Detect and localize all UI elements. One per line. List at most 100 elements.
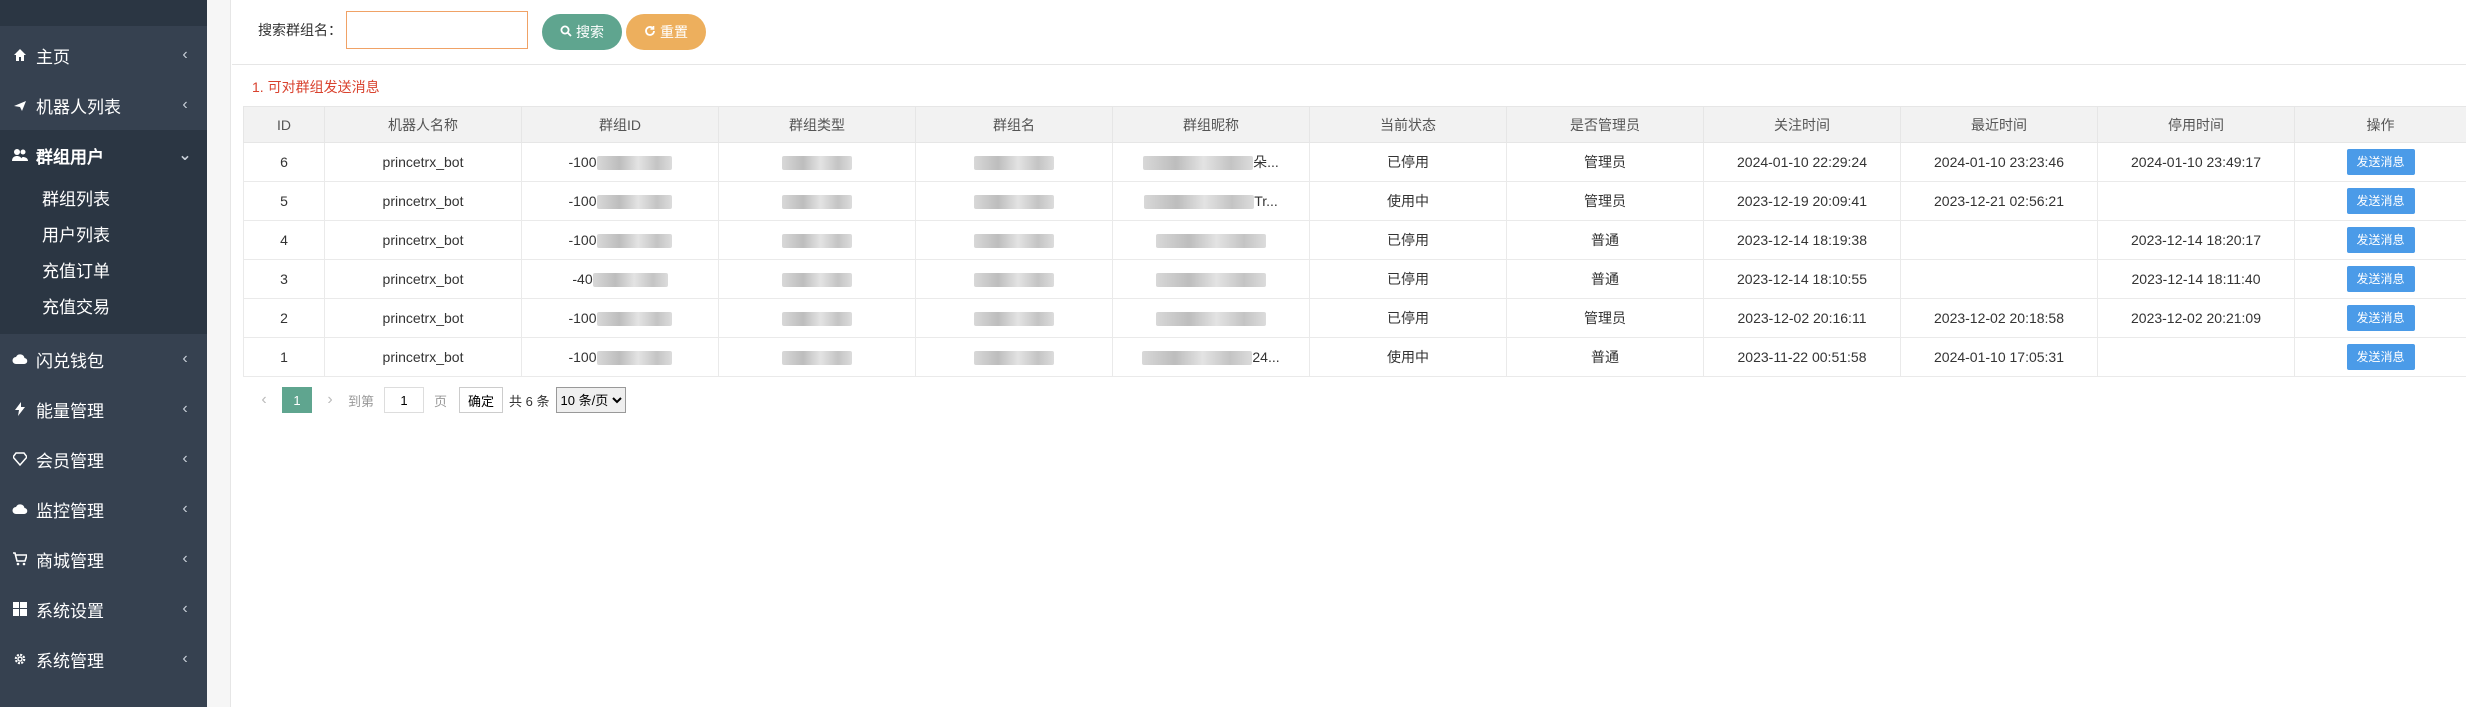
- goto-confirm-button[interactable]: 确定: [459, 387, 504, 413]
- sidebar-item-4[interactable]: 闪兑钱包 ‹: [0, 334, 207, 384]
- send-message-button[interactable]: 发送消息: [2346, 305, 2415, 331]
- cell-group-type: [718, 259, 916, 299]
- sidebar-item-3[interactable]: 群组用户 ⌄: [0, 130, 207, 180]
- sidebar-item-8[interactable]: 商城管理 ‹: [0, 534, 207, 584]
- redacted-blur: [1143, 156, 1254, 171]
- cell-stopped: [2097, 181, 2295, 221]
- table-header-row: ID 机器人名称 群组ID 群组类型 群组名 群组昵称 当前状态 是否管理员 关注时间 最近时间停…: [243, 106, 2466, 143]
- cell-text: -100: [568, 153, 597, 170]
- table-row: 3 princetrx_bot -40 已停用 普通 2023-12-14 18:10:5…: [243, 259, 2466, 299]
- sidebar-item-label: 能量管理: [36, 401, 104, 421]
- next-page-icon[interactable]: ›: [318, 391, 342, 409]
- send-message-button[interactable]: 发送消息: [2346, 266, 2415, 292]
- cell-recent: [1900, 259, 2098, 299]
- table-row: 1 princetrx_bot -100 24... 使用中 普通 2023-11-22 0…: [243, 337, 2466, 377]
- cell-nick: [1112, 259, 1310, 299]
- redacted-blur: [974, 195, 1054, 210]
- cell-stopped: 2023-12-14 18:11:40: [2097, 259, 2295, 299]
- cell-group-id: -100: [521, 181, 719, 221]
- submenu-item-3[interactable]: 充值订单: [42, 258, 110, 286]
- submenu-item-1[interactable]: 群组列表: [42, 186, 110, 214]
- chevron-left-icon: ‹: [182, 650, 188, 667]
- users-icon: [12, 147, 28, 163]
- chevron-left-icon: ‹: [182, 46, 188, 63]
- search-label: 搜索群组名：: [258, 22, 342, 38]
- cell-stopped: [2097, 337, 2295, 377]
- redacted-blur: [974, 234, 1054, 249]
- redacted-blur: [1156, 273, 1266, 288]
- redacted-blur: [596, 312, 672, 327]
- main-content: 搜索群组名： 搜索 重置 1. 可对群组发送消息 ID 机器人名称 群组ID 群组类型…: [232, 0, 2466, 707]
- sidebar-item-6[interactable]: 会员管理 ‹: [0, 434, 207, 484]
- sidebar-item-label: 系统设置: [36, 601, 104, 621]
- cell-text: Tr...: [1254, 192, 1278, 209]
- sidebar-header: [0, 0, 207, 26]
- page-unit-label: 页: [434, 393, 448, 409]
- current-page[interactable]: 1: [282, 387, 312, 413]
- send-message-button[interactable]: 发送消息: [2346, 188, 2415, 214]
- cell-recent: 2023-12-02 20:18:58: [1900, 298, 2098, 338]
- cell-status: 已停用: [1309, 220, 1507, 260]
- sidebar-item-2[interactable]: 机器人列表 ‹: [0, 80, 207, 130]
- cell-recent: 2023-12-21 02:56:21: [1900, 181, 2098, 221]
- redacted-blur: [1144, 195, 1255, 210]
- table-row: 6 princetrx_bot -100 朵... 已停用 管理员 2024-01-10 2…: [243, 142, 2466, 182]
- submenu-item-4[interactable]: 充值交易: [42, 294, 110, 322]
- column-header: 群组类型: [718, 106, 916, 143]
- cell-id: 6: [243, 142, 325, 182]
- sidebar-item-label: 系统管理: [36, 651, 104, 671]
- cell-stopped: 2024-01-10 23:49:17: [2097, 142, 2295, 182]
- cell-group-type: [718, 220, 916, 260]
- cell-id: 2: [243, 298, 325, 338]
- cell-bot: princetrx_bot: [324, 142, 522, 182]
- chevron-down-icon: ⌄: [178, 147, 192, 164]
- total-count: 共 6 条: [509, 393, 550, 409]
- group-name-search-input[interactable]: [346, 11, 528, 49]
- gear-icon: [12, 651, 28, 667]
- cell-group-type: [718, 181, 916, 221]
- reset-button[interactable]: 重置: [626, 14, 706, 50]
- cell-action: 发送消息: [2294, 220, 2466, 260]
- sidebar-item-label: 闪兑钱包: [36, 351, 104, 371]
- sidebar-item-7[interactable]: 监控管理 ‹: [0, 484, 207, 534]
- page-size-select[interactable]: 10 条/页: [555, 387, 626, 413]
- sidebar-item-5[interactable]: 能量管理 ‹: [0, 384, 207, 434]
- cell-text: 朵...: [1253, 154, 1279, 170]
- column-header: 机器人名称: [324, 106, 522, 143]
- cell-id: 5: [243, 181, 325, 221]
- goto-page-input[interactable]: [384, 387, 425, 413]
- cell-text: -100: [568, 348, 597, 365]
- cell-text: -40: [572, 270, 593, 287]
- cell-bot: princetrx_bot: [324, 181, 522, 221]
- sidebar-item-9[interactable]: 系统设置 ‹: [0, 584, 207, 634]
- cell-action: 发送消息: [2294, 337, 2466, 377]
- cell-bot: princetrx_bot: [324, 259, 522, 299]
- cell-group-name: [915, 259, 1113, 299]
- prev-page-icon[interactable]: ‹: [252, 391, 276, 409]
- cell-nick: 24...: [1112, 337, 1310, 377]
- redacted-blur: [596, 156, 672, 171]
- sidebar-item-label: 监控管理: [36, 501, 104, 521]
- send-message-button[interactable]: 发送消息: [2346, 344, 2415, 370]
- redacted-blur: [782, 273, 852, 288]
- send-message-button[interactable]: 发送消息: [2346, 227, 2415, 253]
- cell-group-name: [915, 181, 1113, 221]
- sidebar-item-1[interactable]: 主页 ‹: [0, 30, 207, 80]
- reset-button-label: 重置: [660, 24, 688, 40]
- sidebar-item-10[interactable]: 系统管理 ‹: [0, 634, 207, 684]
- cell-action: 发送消息: [2294, 181, 2466, 221]
- submenu-item-2[interactable]: 用户列表: [42, 222, 110, 250]
- send-message-button[interactable]: 发送消息: [2346, 149, 2415, 175]
- table-row: 4 princetrx_bot -100 已停用 普通 2023-12-14 18:19:…: [243, 220, 2466, 260]
- cell-group-id: -100: [521, 337, 719, 377]
- sidebar-item-label: 主页: [36, 47, 70, 67]
- chevron-left-icon: ‹: [182, 400, 188, 417]
- search-button[interactable]: 搜索: [542, 14, 622, 50]
- redacted-blur: [974, 312, 1054, 327]
- search-icon: [560, 25, 572, 40]
- cell-group-name: [915, 298, 1113, 338]
- cell-bot: princetrx_bot: [324, 337, 522, 377]
- chevron-left-icon: ‹: [182, 450, 188, 467]
- windows-icon: [12, 601, 28, 617]
- column-header: ID: [243, 106, 325, 143]
